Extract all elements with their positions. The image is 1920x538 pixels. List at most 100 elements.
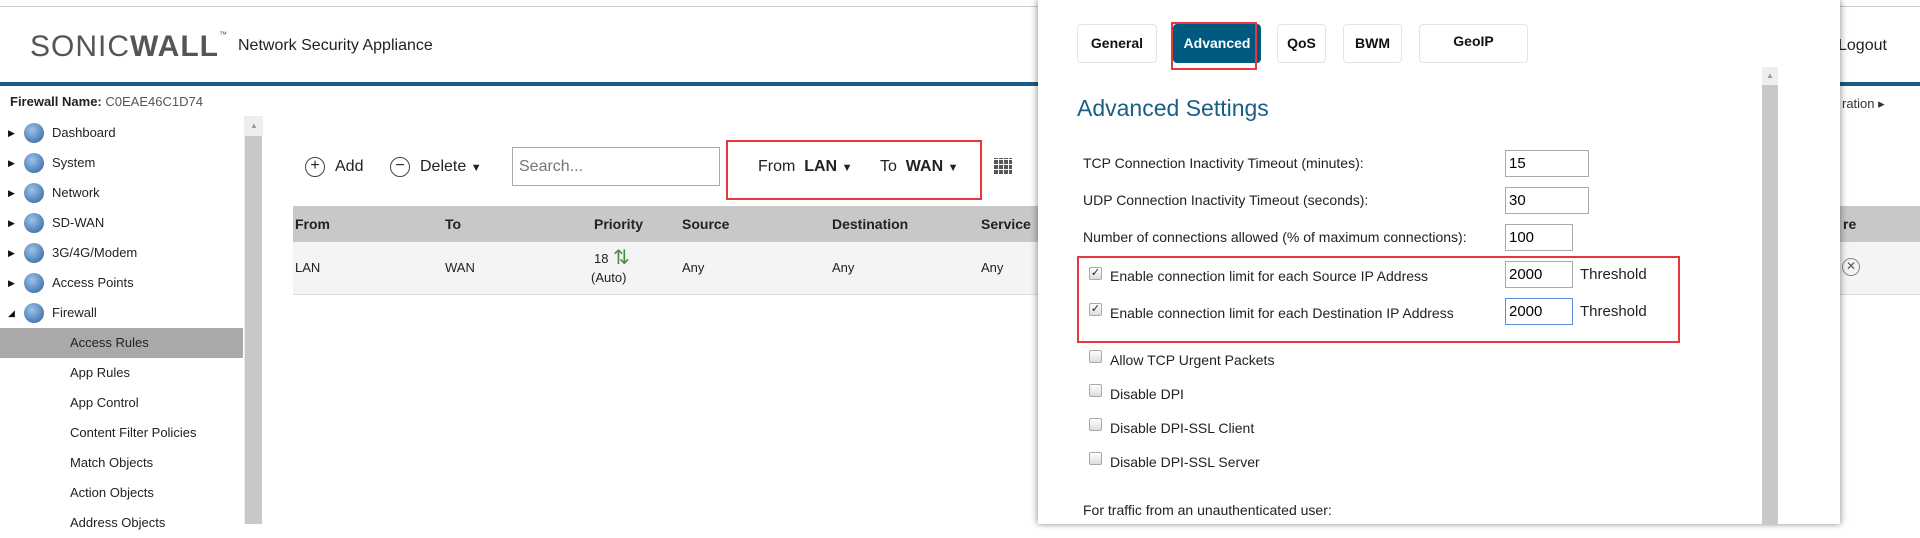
expand-arrow-icon: ▶ [8,218,15,228]
tab-general[interactable]: General [1077,24,1157,63]
udp-timeout-label: UDP Connection Inactivity Timeout (secon… [1083,192,1369,208]
priority-arrows-icon[interactable]: ⇅ [613,245,630,270]
product-name: Network Security Appliance [238,37,433,54]
plus-icon: + [305,156,325,177]
sidebar-item-access-points[interactable]: ▶ Access Points [0,268,243,298]
from-zone-select[interactable]: From LAN ▼ [758,147,852,187]
max-connections-input[interactable] [1505,224,1573,251]
cell-priority-note: (Auto) [591,270,627,285]
search-input[interactable] [512,147,720,186]
modem-icon [24,243,44,263]
to-zone-select[interactable]: To WAN ▼ [880,147,958,187]
sidebar-item-address-objects[interactable]: Address Objects [0,508,243,538]
column-configure[interactable]: re [1843,206,1856,242]
sidebar-item-system[interactable]: ▶ System [0,148,243,178]
column-to[interactable]: To [445,206,461,242]
section-title: Advanced Settings [1077,95,1269,121]
tab-geoip[interactable]: GeoIP [1419,24,1528,63]
minus-icon: − [390,156,410,177]
sidebar-item-content-filter[interactable]: Content Filter Policies [0,418,243,448]
sidebar-item-label: Network [52,185,100,200]
source-threshold-input[interactable] [1505,261,1573,288]
to-label: To [880,158,897,175]
sidebar-item-match-objects[interactable]: Match Objects [0,448,243,478]
sidebar-item-app-rules[interactable]: App Rules [0,358,243,388]
sidebar-item-label: System [52,155,96,170]
column-destination[interactable]: Destination [832,206,908,242]
sidebar-item-app-control[interactable]: App Control [0,388,243,418]
column-source[interactable]: Source [682,206,729,242]
sidebar-item-access-rules[interactable]: Access Rules [0,328,243,358]
scroll-up-icon[interactable]: ▲ [1762,67,1778,85]
sidebar-item-label: Dashboard [52,125,116,140]
tab-bwm[interactable]: BWM [1343,24,1402,63]
add-button[interactable]: + Add [305,147,363,187]
dashboard-icon [24,123,44,143]
disable-dpi-ssl-client-checkbox[interactable] [1089,418,1102,431]
cell-service: Any [981,260,1004,275]
from-value: LAN [804,158,838,175]
disable-dpi-ssl-server-checkbox[interactable] [1089,452,1102,465]
tcp-urgent-label: Allow TCP Urgent Packets [1110,352,1275,368]
tcp-timeout-input[interactable] [1505,150,1589,177]
sidebar-item-label: Match Objects [70,455,154,470]
access-points-icon [24,273,44,293]
sidebar-item-label: Access Rules [70,335,149,350]
delete-button[interactable]: − Delete ▼ [390,147,482,187]
sidebar-item-firewall[interactable]: ◢ Firewall [0,298,243,328]
destination-threshold-input[interactable] [1505,298,1573,325]
highlight-box [1171,22,1257,70]
sidebar-item-label: SD-WAN [52,215,105,230]
from-label: From [758,158,796,175]
expand-arrow-icon: ▶ [8,188,15,198]
cell-priority: 18 [594,251,609,266]
sidebar-item-action-objects[interactable]: Action Objects [0,478,243,508]
cell-from: LAN [295,260,321,275]
expand-arrow-icon: ▶ [8,128,15,138]
dialog-scrollbar[interactable]: ▲ [1762,67,1778,524]
breadcrumb-tail[interactable]: ration ▸ [1842,96,1885,112]
sidebar-scrollbar[interactable]: ▲ [244,116,263,524]
sidebar-item-label: 3G/4G/Modem [52,245,138,260]
delete-rule-icon[interactable]: ✕ [1842,258,1860,276]
sidebar-item-dashboard[interactable]: ▶ Dashboard [0,118,243,148]
sidebar-item-label: App Control [70,395,139,410]
disable-dpi-label: Disable DPI [1110,386,1184,402]
grid-view-icon[interactable] [994,158,1012,174]
tcp-timeout-label: TCP Connection Inactivity Timeout (minut… [1083,155,1364,171]
max-connections-label: Number of connections allowed (% of maxi… [1083,229,1467,245]
add-label: Add [335,158,364,175]
source-threshold-label: Threshold [1580,266,1647,283]
disable-dpi-checkbox[interactable] [1089,384,1102,397]
collapse-arrow-icon: ◢ [8,308,15,318]
column-from[interactable]: From [295,206,330,242]
destination-limit-checkbox[interactable]: ✓ [1089,303,1102,316]
logout-link[interactable]: Logout [1838,37,1887,55]
disable-dpi-ssl-server-label: Disable DPI-SSL Server [1110,454,1260,470]
cell-source: Any [682,260,705,275]
tcp-urgent-checkbox[interactable] [1089,350,1102,363]
sidebar-item-sdwan[interactable]: ▶ SD-WAN [0,208,243,238]
expand-arrow-icon: ▶ [8,248,15,258]
column-priority[interactable]: Priority [594,206,643,242]
sidebar-item-label: Access Points [52,275,134,290]
sidebar-item-network[interactable]: ▶ Network [0,178,243,208]
edit-rule-dialog: General Advanced QoS BWM GeoIP Advanced … [1038,0,1840,524]
sidebar-item-label: Action Objects [70,485,154,500]
expand-arrow-icon: ▶ [8,278,15,288]
caret-down-icon: ▼ [947,162,959,174]
udp-timeout-input[interactable] [1505,187,1589,214]
cell-to: WAN [445,260,475,275]
firewall-name-label: Firewall Name: [10,94,102,109]
unauthenticated-traffic-label: For traffic from an unauthenticated user… [1083,502,1332,518]
caret-down-icon: ▼ [470,162,482,174]
sidebar-item-modem[interactable]: ▶ 3G/4G/Modem [0,238,243,268]
firewall-name: Firewall Name: C0EAE46C1D74 [10,94,203,109]
column-service[interactable]: Service [981,206,1031,242]
sidebar-item-label: Content Filter Policies [70,425,197,440]
system-icon [24,153,44,173]
scroll-up-icon[interactable]: ▲ [245,116,263,136]
caret-down-icon: ▼ [841,162,853,174]
source-limit-checkbox[interactable]: ✓ [1089,267,1102,280]
tab-qos[interactable]: QoS [1277,24,1326,63]
